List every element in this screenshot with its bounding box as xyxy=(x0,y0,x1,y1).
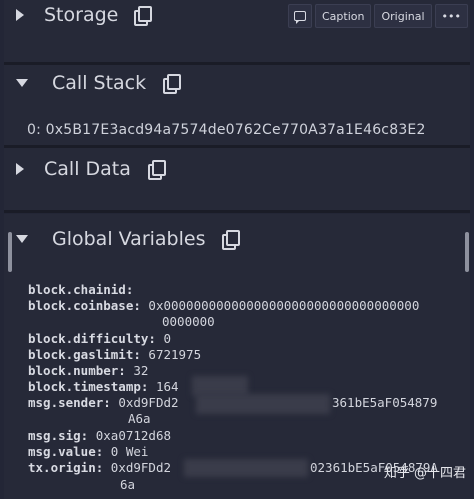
redaction-blur xyxy=(196,394,330,414)
var-value-cont: 6a xyxy=(120,477,136,492)
var-value: 164 xyxy=(155,379,179,394)
copy-icon[interactable] xyxy=(134,6,153,26)
var-row-gaslimit: block.gaslimit: 6721975 xyxy=(28,347,201,362)
var-value: 6721975 xyxy=(148,347,202,362)
var-row-difficulty: block.difficulty: 0 xyxy=(28,331,171,346)
left-scrollbar[interactable] xyxy=(8,232,12,272)
var-key: block.timestamp: xyxy=(28,379,149,394)
more-button[interactable]: ••• xyxy=(434,4,468,28)
var-key: msg.sender: xyxy=(28,395,111,410)
caption-button[interactable]: Caption xyxy=(315,4,372,28)
call-data-header[interactable]: Call Data xyxy=(16,158,166,180)
var-value-start: 0xd9FDd2 xyxy=(110,460,172,475)
var-key: msg.value: xyxy=(28,444,104,459)
var-key: block.chainid: xyxy=(28,282,134,297)
var-row-coinbase: block.coinbase: 0x0000000000000000000000… xyxy=(28,298,419,313)
var-key: block.number: xyxy=(28,363,126,378)
call-stack-header[interactable]: Call Stack xyxy=(16,72,182,94)
chevron-down-icon xyxy=(16,79,28,87)
var-value-end: 361bE5aF054879 xyxy=(332,395,438,410)
section-title: Call Data xyxy=(44,158,131,180)
var-row-chainid: block.chainid: xyxy=(28,282,133,297)
var-key: block.difficulty: xyxy=(28,331,156,346)
chevron-right-icon xyxy=(16,163,24,175)
var-value-start: 0xd9FDd2 xyxy=(118,395,179,410)
var-row-origin: tx.origin: 0xd9FDd2 xyxy=(28,460,171,475)
redaction-blur xyxy=(192,376,248,396)
call-stack-entry[interactable]: 0: 0x5B17E3acd94a7574de0762Ce770A37a1E46… xyxy=(27,122,426,138)
original-button[interactable]: Original xyxy=(374,4,432,28)
var-key: block.gaslimit: xyxy=(28,347,141,362)
redaction-blur xyxy=(184,459,308,477)
var-value: 0xa0712d68 xyxy=(95,428,172,443)
var-value: 32 xyxy=(133,363,149,378)
watermark-text: 知乎 @十四君 xyxy=(383,466,466,481)
var-value: 0 Wei xyxy=(110,444,149,459)
var-row-sig: msg.sig: 0xa0712d68 xyxy=(28,428,171,443)
var-key: msg.sig: xyxy=(28,428,89,443)
watermark: 知乎 @十四君 xyxy=(384,462,466,481)
var-row-value: msg.value: 0 Wei xyxy=(28,444,148,459)
copy-icon[interactable] xyxy=(147,160,166,180)
var-value: 0x0000000000000000000000000000000000 xyxy=(148,298,420,313)
var-row-sender: msg.sender: 0xd9FDd2 xyxy=(28,395,179,410)
image-toolbar: Caption Original ••• xyxy=(288,4,468,28)
chevron-right-icon xyxy=(16,9,24,21)
var-value-cont: A6a xyxy=(128,411,151,426)
var-value: 0 xyxy=(163,331,171,346)
global-variables-header[interactable]: Global Variables xyxy=(16,228,241,250)
copy-icon[interactable] xyxy=(222,230,241,250)
copy-icon[interactable] xyxy=(163,74,182,94)
var-value-cont: 0000000 xyxy=(162,314,215,329)
comment-button[interactable] xyxy=(288,4,312,28)
right-scrollbar[interactable] xyxy=(465,232,469,272)
var-row-number: block.number: 32 xyxy=(28,363,148,378)
section-title: Storage xyxy=(44,4,119,26)
chevron-down-icon xyxy=(16,235,28,243)
comment-icon xyxy=(294,11,306,24)
var-row-timestamp: block.timestamp: 164 xyxy=(28,379,179,394)
storage-header[interactable]: Storage xyxy=(16,4,153,26)
var-key: tx.origin: xyxy=(28,460,104,475)
var-key: block.coinbase: xyxy=(28,298,141,313)
section-title: Call Stack xyxy=(52,72,147,94)
divider xyxy=(4,210,470,213)
section-title: Global Variables xyxy=(52,228,206,250)
